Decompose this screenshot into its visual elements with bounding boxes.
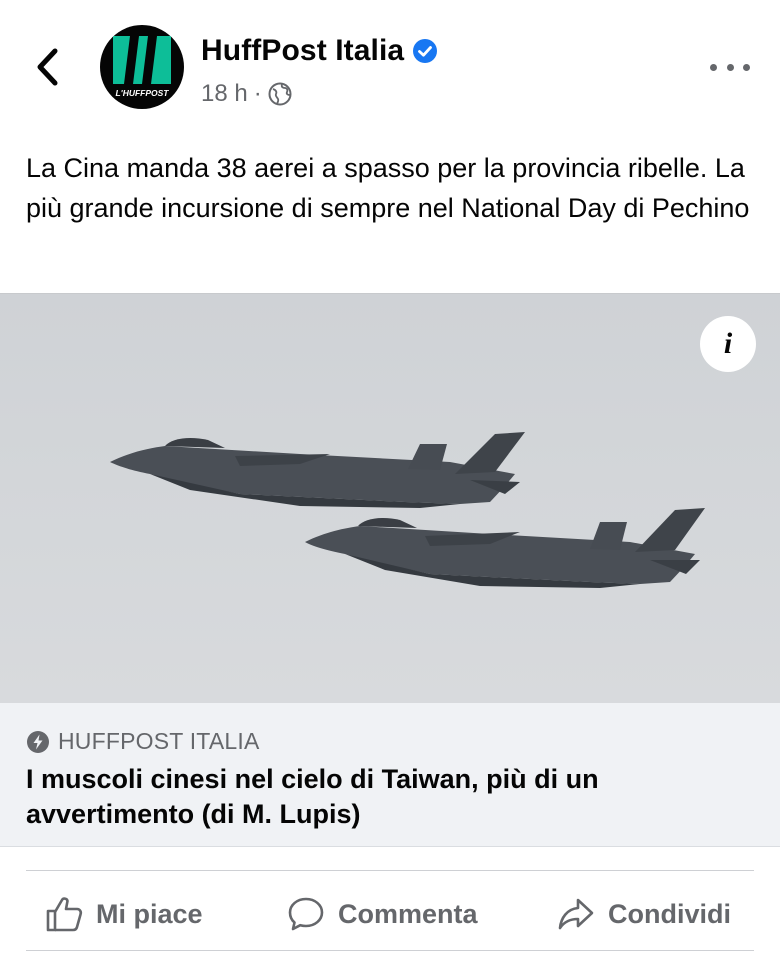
actions-divider xyxy=(26,870,754,871)
globe-icon xyxy=(268,82,292,106)
post-timestamp[interactable]: 18 h xyxy=(201,80,248,108)
verified-badge-icon xyxy=(413,39,438,63)
jet-upper xyxy=(110,432,525,508)
like-button[interactable]: Mi piace xyxy=(44,880,203,948)
like-label: Mi piace xyxy=(96,898,203,929)
jet-lower xyxy=(305,508,705,588)
bolt-icon xyxy=(27,730,49,753)
post-header: L'HUFFPOST HuffPost Italia 18 h · xyxy=(0,0,780,130)
comment-button[interactable]: Commenta xyxy=(286,880,478,948)
chevron-left-icon xyxy=(37,48,58,86)
share-icon xyxy=(558,898,594,930)
post-message: La Cina manda 38 aerei a spasso per la p… xyxy=(26,153,750,223)
thumbs-up-icon xyxy=(46,897,83,932)
share-label: Condividi xyxy=(608,898,731,929)
page-name[interactable]: HuffPost Italia xyxy=(201,34,404,68)
share-button[interactable]: Condividi xyxy=(556,880,731,948)
comment-icon xyxy=(288,897,324,931)
fighter-jets-image xyxy=(110,432,705,588)
meta-separator: · xyxy=(253,80,262,107)
bottom-divider xyxy=(26,950,754,951)
back-button[interactable] xyxy=(30,46,66,88)
page-name-row: HuffPost Italia xyxy=(201,34,438,68)
more-dot xyxy=(743,63,750,71)
link-source-row: HUFFPOST ITALIA xyxy=(26,728,260,755)
link-title[interactable]: I muscoli cinesi nel cielo di Taiwan, pi… xyxy=(26,762,746,832)
comment-label: Commenta xyxy=(338,898,478,929)
link-source: HUFFPOST ITALIA xyxy=(58,728,260,754)
more-options-button[interactable] xyxy=(710,55,750,79)
info-button[interactable]: i xyxy=(700,316,756,372)
post-photo[interactable]: i xyxy=(0,293,780,703)
svg-text:L'HUFFPOST: L'HUFFPOST xyxy=(115,88,169,98)
huffpost-logo: L'HUFFPOST xyxy=(113,36,171,98)
more-dot xyxy=(710,63,717,71)
more-dot xyxy=(726,63,734,71)
page-avatar[interactable]: L'HUFFPOST xyxy=(100,25,184,109)
post-meta: 18 h · xyxy=(201,80,292,108)
action-bar: Mi piace Commenta Condividi xyxy=(0,880,780,948)
